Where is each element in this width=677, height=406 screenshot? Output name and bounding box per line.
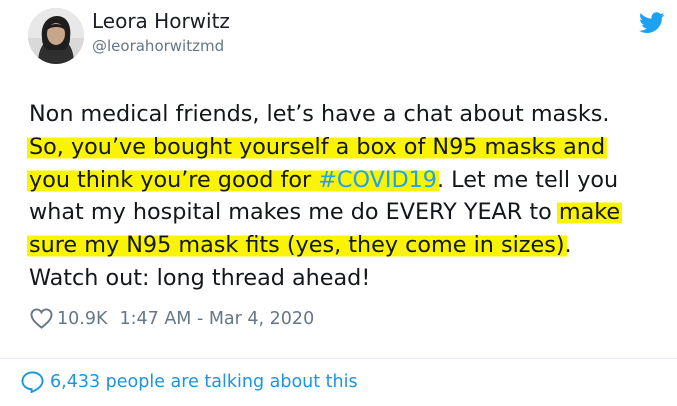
tweet-line: Watch out: long thread ahead! (29, 262, 674, 295)
hashtag-link[interactable]: #COVID19 (316, 166, 439, 193)
twitter-bird-icon[interactable] (639, 12, 665, 34)
tweet-line: sure my N95 mask fits (yes, they come in… (27, 229, 674, 262)
talking-label: 6,433 people are talking about this (50, 372, 358, 392)
timestamp[interactable]: 1:47 AM - Mar 4, 2020 (119, 309, 314, 329)
highlighted-text: you think you’re good for (27, 166, 321, 193)
speech-bubble-icon (21, 371, 44, 393)
tweet-meta: 10.9K 1:47 AM - Mar 4, 2020 (30, 308, 314, 329)
tweet-line: Non medical friends, let’s have a chat a… (29, 98, 674, 131)
tweet-line: what my hospital makes me do EVERY YEAR … (29, 196, 674, 229)
like-count[interactable]: 10.9K (57, 309, 107, 329)
tweet-line: So, you’ve bought yourself a box of N95 … (27, 131, 674, 164)
highlighted-text: make (556, 199, 623, 226)
tweet-text-segment: Watch out: long thread ahead! (29, 264, 371, 291)
tweet-text-segment: . Let me tell you (437, 166, 619, 193)
tweet-body: Non medical friends, let’s have a chat a… (27, 98, 674, 295)
divider (0, 358, 677, 359)
tweet-text-segment: what my hospital makes me do EVERY YEAR … (29, 199, 559, 226)
highlighted-text: So, you’ve bought yourself a box of N95 … (27, 133, 608, 160)
tweet-line: you think you’re good for #COVID19. Let … (27, 164, 674, 197)
avatar-photo (28, 8, 84, 64)
tweet-text-segment: . (564, 232, 572, 259)
author-avatar[interactable] (28, 8, 84, 64)
author-handle[interactable]: @leorahorwitzmd (92, 37, 224, 55)
heart-icon[interactable] (30, 308, 53, 329)
highlighted-text: sure my N95 mask fits (yes, they come in… (27, 232, 567, 259)
tweet-text-segment: Non medical friends, let’s have a chat a… (29, 101, 610, 127)
conversation-link[interactable]: 6,433 people are talking about this (21, 371, 358, 393)
author-name[interactable]: Leora Horwitz (92, 9, 230, 33)
